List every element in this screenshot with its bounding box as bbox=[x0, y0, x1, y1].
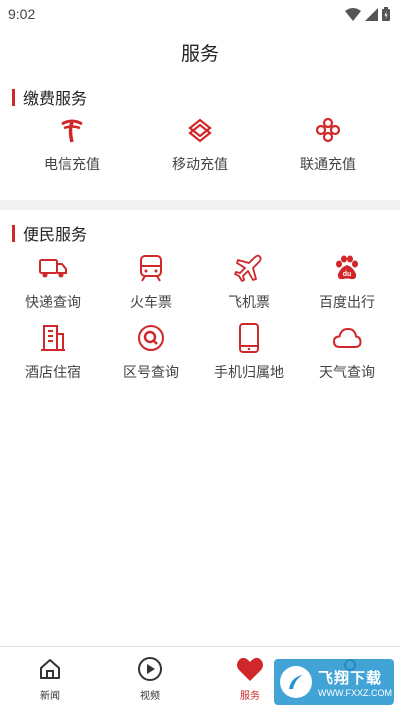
hotel-button[interactable]: 酒店住宿 bbox=[4, 322, 102, 392]
status-bar: 9:02 bbox=[0, 0, 400, 28]
hotel-label: 酒店住宿 bbox=[25, 364, 81, 380]
building-icon bbox=[37, 322, 69, 354]
signal-icon bbox=[365, 7, 378, 21]
tab-service-label: 服务 bbox=[240, 691, 260, 702]
title-bar: 服务 bbox=[0, 28, 400, 76]
play-icon bbox=[136, 655, 164, 683]
convenience-section: 便民服务 快递查询 火车票 飞机票 du 百度出行 酒店住宿 区号查询 手机归属… bbox=[0, 218, 400, 392]
flight-ticket-label: 飞机票 bbox=[228, 294, 270, 310]
convenience-section-title: 便民服务 bbox=[23, 227, 88, 244]
phone-location-label: 手机归属地 bbox=[214, 364, 284, 380]
telecom-logo-icon bbox=[56, 114, 88, 146]
area-code-label: 区号查询 bbox=[123, 364, 179, 380]
weather-label: 天气查询 bbox=[319, 364, 375, 380]
telecom-recharge-button[interactable]: 电信充值 bbox=[27, 114, 117, 184]
unicom-recharge-button[interactable]: 联通充值 bbox=[283, 114, 373, 184]
heart-icon bbox=[236, 655, 264, 683]
baidu-travel-button[interactable]: du 百度出行 bbox=[298, 252, 396, 322]
home-icon bbox=[36, 655, 64, 683]
watermark-url: WWW.FXXZ.COM bbox=[318, 687, 392, 698]
page-title: 服务 bbox=[180, 43, 219, 65]
train-ticket-label: 火车票 bbox=[130, 294, 172, 310]
telecom-recharge-label: 电信充值 bbox=[44, 156, 100, 172]
unicom-logo-icon bbox=[312, 114, 344, 146]
truck-icon bbox=[37, 252, 69, 284]
watermark-badge: 飞翔下载 WWW.FXXZ.COM bbox=[274, 659, 394, 705]
tab-news-label: 新闻 bbox=[40, 691, 60, 702]
baidu-travel-label: 百度出行 bbox=[319, 294, 375, 310]
battery-icon bbox=[382, 7, 390, 21]
train-icon bbox=[135, 252, 167, 284]
train-ticket-button[interactable]: 火车票 bbox=[102, 252, 200, 322]
watermark-logo-icon bbox=[280, 666, 312, 698]
airplane-icon bbox=[233, 252, 265, 284]
payment-section: 缴费服务 电信充值 移动充值 联通充值 bbox=[0, 82, 400, 184]
unicom-recharge-label: 联通充值 bbox=[300, 156, 356, 172]
cloud-icon bbox=[331, 322, 363, 354]
payment-section-header: 缴费服务 bbox=[0, 82, 400, 112]
tab-video[interactable]: 视频 bbox=[100, 647, 200, 711]
section-divider bbox=[0, 200, 400, 210]
area-code-button[interactable]: 区号查询 bbox=[102, 322, 200, 392]
phone-location-button[interactable]: 手机归属地 bbox=[200, 322, 298, 392]
svg-text:du: du bbox=[343, 271, 352, 278]
mobile-recharge-button[interactable]: 移动充值 bbox=[155, 114, 245, 184]
search-icon bbox=[135, 322, 167, 354]
payment-items: 电信充值 移动充值 联通充值 bbox=[0, 114, 400, 184]
convenience-grid: 快递查询 火车票 飞机票 du 百度出行 酒店住宿 区号查询 手机归属地 天气查… bbox=[0, 252, 400, 392]
watermark-text: 飞翔下载 WWW.FXXZ.COM bbox=[318, 667, 392, 698]
section-accent-bar bbox=[12, 224, 15, 242]
mobile-recharge-label: 移动充值 bbox=[172, 156, 228, 172]
phone-icon bbox=[233, 322, 265, 354]
weather-button[interactable]: 天气查询 bbox=[298, 322, 396, 392]
flight-ticket-button[interactable]: 飞机票 bbox=[200, 252, 298, 322]
tab-news[interactable]: 新闻 bbox=[0, 647, 100, 711]
status-icons bbox=[345, 7, 390, 21]
status-time: 9:02 bbox=[8, 6, 36, 22]
section-accent-bar bbox=[12, 88, 15, 106]
mobile-logo-icon bbox=[184, 114, 216, 146]
wifi-icon bbox=[345, 7, 361, 21]
convenience-section-header: 便民服务 bbox=[0, 218, 400, 248]
payment-section-title: 缴费服务 bbox=[23, 91, 88, 108]
tab-video-label: 视频 bbox=[140, 691, 160, 702]
baidu-paw-icon: du bbox=[331, 252, 363, 284]
express-query-label: 快递查询 bbox=[25, 294, 81, 310]
express-query-button[interactable]: 快递查询 bbox=[4, 252, 102, 322]
watermark-title: 飞翔下载 bbox=[318, 669, 383, 687]
